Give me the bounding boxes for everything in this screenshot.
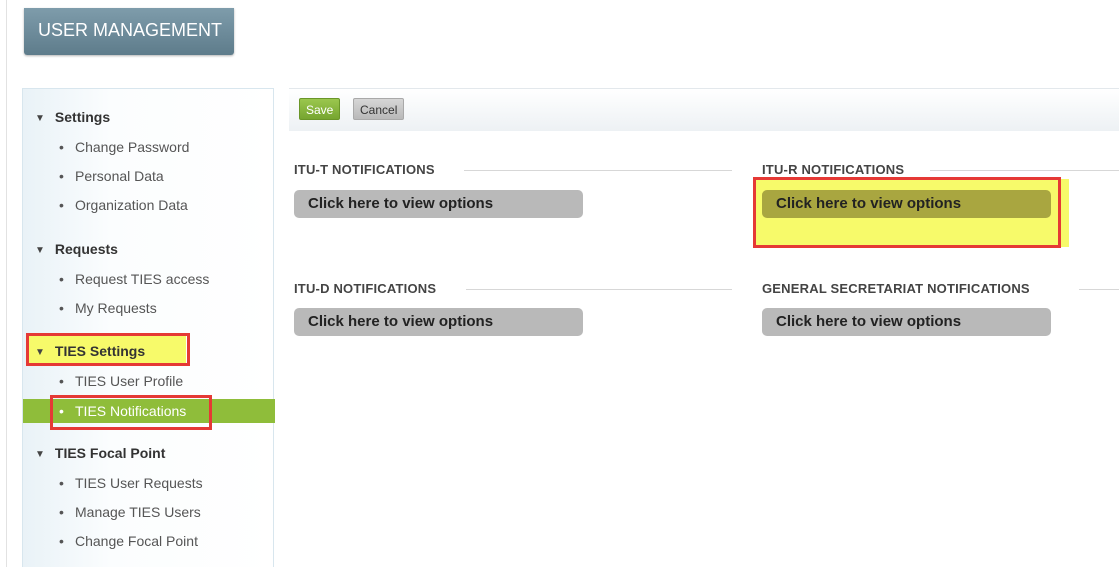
bullet-icon: • — [59, 168, 64, 184]
bullet-icon: • — [59, 197, 64, 213]
sidebar-section-settings[interactable]: ▼ Settings — [35, 109, 110, 125]
bullet-icon: • — [59, 300, 64, 316]
sidebar-item-ties-user-requests[interactable]: • TIES User Requests — [23, 471, 275, 495]
sidebar-section-requests[interactable]: ▼ Requests — [35, 241, 118, 257]
sidebar-item-label: Manage TIES Users — [75, 504, 201, 520]
sidebar-item-label: Personal Data — [75, 168, 164, 184]
sidebar-item-change-focal-point[interactable]: • Change Focal Point — [23, 529, 275, 553]
page-left-border — [6, 0, 7, 567]
itu-t-view-options-button[interactable]: Click here to view options — [294, 190, 583, 218]
general-secretariat-view-options-button[interactable]: Click here to view options — [762, 308, 1051, 336]
bullet-icon: • — [59, 533, 64, 549]
page-title: USER MANAGEMENT — [24, 8, 234, 55]
triangle-down-icon: ▼ — [35, 449, 45, 460]
sidebar-item-label: TIES Notifications — [75, 403, 187, 419]
itu-d-view-options-button[interactable]: Click here to view options — [294, 308, 583, 336]
sidebar-item-label: TIES User Requests — [75, 475, 203, 491]
sidebar-section-label: TIES Focal Point — [54, 445, 166, 461]
sidebar-section-label: Settings — [54, 109, 111, 125]
sidebar-item-label: Change Password — [75, 139, 190, 155]
itu-t-notifications-title: ITU-T NOTIFICATIONS — [294, 162, 435, 177]
section-divider — [466, 289, 732, 290]
bullet-icon: • — [59, 139, 64, 155]
itu-d-notifications-title: ITU-D NOTIFICATIONS — [294, 281, 437, 296]
sidebar-item-label: My Requests — [75, 300, 157, 316]
sidebar-section-ties-settings[interactable]: ▼ TIES Settings — [35, 343, 145, 359]
bullet-icon: • — [59, 373, 64, 389]
sidebar-item-organization-data[interactable]: • Organization Data — [23, 193, 275, 217]
sidebar-item-personal-data[interactable]: • Personal Data — [23, 164, 275, 188]
sidebar-section-ties-focal-point[interactable]: ▼ TIES Focal Point — [35, 445, 165, 461]
section-divider — [930, 170, 1119, 171]
sidebar-item-manage-ties-users[interactable]: • Manage TIES Users — [23, 500, 275, 524]
sidebar-item-ties-notifications[interactable]: • TIES Notifications — [23, 399, 275, 423]
toolbar: Save Cancel — [289, 88, 1119, 131]
save-button[interactable]: Save — [299, 98, 341, 120]
sidebar-item-label: Change Focal Point — [75, 533, 198, 549]
general-secretariat-notifications-title: GENERAL SECRETARIAT NOTIFICATIONS — [762, 281, 1030, 296]
bullet-icon: • — [59, 504, 64, 520]
sidebar: ▼ Settings • Change Password • Personal Dat… — [22, 88, 275, 567]
sidebar-item-label: Request TIES access — [75, 271, 210, 287]
section-divider — [1079, 289, 1119, 290]
triangle-down-icon: ▼ — [35, 113, 45, 124]
bullet-icon: • — [59, 403, 64, 419]
triangle-down-icon: ▼ — [35, 245, 45, 256]
cancel-button[interactable]: Cancel — [353, 98, 405, 120]
bullet-icon: • — [59, 271, 64, 287]
sidebar-item-ties-user-profile[interactable]: • TIES User Profile — [23, 369, 275, 393]
sidebar-item-request-ties-access[interactable]: • Request TIES access — [23, 267, 275, 291]
sidebar-item-change-password[interactable]: • Change Password — [23, 135, 275, 159]
sidebar-section-label: Requests — [54, 241, 118, 257]
sidebar-item-label: TIES User Profile — [75, 373, 184, 389]
itu-r-view-options-button[interactable]: Click here to view options — [762, 190, 1051, 218]
sidebar-item-my-requests[interactable]: • My Requests — [23, 296, 275, 320]
triangle-down-icon: ▼ — [35, 347, 45, 358]
bullet-icon: • — [59, 475, 64, 491]
sidebar-section-label: TIES Settings — [54, 343, 146, 359]
itu-r-notifications-title: ITU-R NOTIFICATIONS — [762, 162, 905, 177]
sidebar-item-label: Organization Data — [75, 197, 188, 213]
section-divider — [464, 170, 732, 171]
